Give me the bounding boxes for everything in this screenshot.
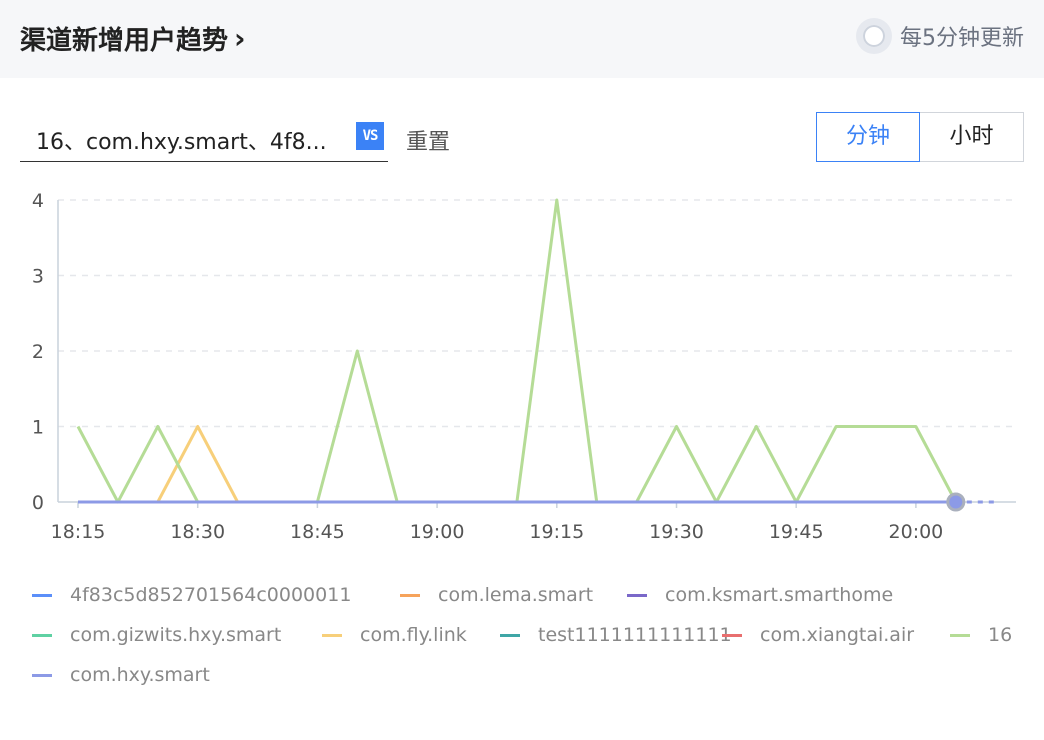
chart-header: 渠道新增用户趋势 › 每5分钟更新 xyxy=(0,0,1044,78)
x-tick-label: 19:15 xyxy=(529,521,584,543)
legend-swatch xyxy=(322,633,342,637)
x-tick-label: 19:30 xyxy=(649,521,704,543)
refresh-label: 每5分钟更新 xyxy=(900,26,1024,51)
x-tick-label: 18:15 xyxy=(51,521,106,543)
legend-item[interactable]: com.hxy.smart xyxy=(32,664,210,686)
legend-item[interactable]: 4f83c5d852701564c0000011 xyxy=(32,584,351,606)
legend-label: com.hxy.smart xyxy=(70,664,210,686)
series-line xyxy=(156,425,239,503)
legend-label: com.lema.smart xyxy=(438,584,594,606)
channel-filter-input[interactable]: 16、com.hxy.smart、4f8... VS xyxy=(20,112,388,162)
reset-button[interactable]: 重置 xyxy=(406,124,450,156)
legend-label: com.gizwits.hxy.smart xyxy=(70,624,282,646)
legend-label: com.xiangtai.air xyxy=(760,624,915,646)
y-tick-label: 4 xyxy=(32,190,44,212)
legend-label: com.ksmart.smarthome xyxy=(665,584,894,606)
legend-item[interactable]: com.ksmart.smarthome xyxy=(627,584,893,606)
granularity-toggle: 分钟 小时 xyxy=(816,112,1024,162)
x-tick-label: 19:45 xyxy=(769,521,824,543)
legend-item[interactable]: 16 xyxy=(950,624,1012,646)
toggle-hour-button[interactable]: 小时 xyxy=(920,112,1024,162)
legend-item[interactable]: com.gizwits.hxy.smart xyxy=(32,624,281,646)
end-point-marker xyxy=(946,492,966,512)
legend-item[interactable]: com.lema.smart xyxy=(400,584,593,606)
y-tick-label: 1 xyxy=(32,417,44,439)
legend-label: com.fly.link xyxy=(360,624,467,646)
y-tick-label: 2 xyxy=(32,341,44,363)
legend-label: 16 xyxy=(988,624,1013,646)
x-tick-label: 19:00 xyxy=(410,521,465,543)
chart-title-text: 渠道新增用户趋势 xyxy=(20,26,229,56)
legend-label: test1111111111111 xyxy=(538,624,732,646)
legend-swatch xyxy=(627,593,647,597)
refresh-indicator: 每5分钟更新 xyxy=(856,18,1024,54)
legend-item[interactable]: com.fly.link xyxy=(322,624,467,646)
chevron-right-icon: › xyxy=(234,21,246,55)
legend-swatch xyxy=(950,633,970,637)
legend-swatch xyxy=(32,673,52,677)
legend-swatch xyxy=(722,633,742,637)
legend-swatch xyxy=(32,593,52,597)
channel-filter-value: 16、com.hxy.smart、4f8... xyxy=(36,130,327,155)
legend-item[interactable]: test1111111111111 xyxy=(500,624,732,646)
y-tick-label: 0 xyxy=(32,492,44,514)
refresh-clock-icon xyxy=(856,18,892,54)
x-tick-label: 18:45 xyxy=(290,521,345,543)
legend-swatch xyxy=(500,633,520,637)
legend-swatch xyxy=(32,633,52,637)
x-tick-label: 18:30 xyxy=(170,521,225,543)
legend-swatch xyxy=(400,593,420,597)
x-tick-label: 20:00 xyxy=(889,521,944,543)
chart-title[interactable]: 渠道新增用户趋势 › xyxy=(20,20,246,57)
vs-compare-icon[interactable]: VS xyxy=(356,122,384,150)
legend-label: 4f83c5d852701564c0000011 xyxy=(70,584,352,606)
line-chart: 0 1 2 3 4 18:15 18:30 18:45 19:00 19:15 19:30 19:45… xyxy=(32,190,1016,543)
legend-item[interactable]: com.xiangtai.air xyxy=(722,624,914,646)
toggle-minute-button[interactable]: 分钟 xyxy=(816,112,920,162)
y-tick-label: 3 xyxy=(32,266,44,288)
